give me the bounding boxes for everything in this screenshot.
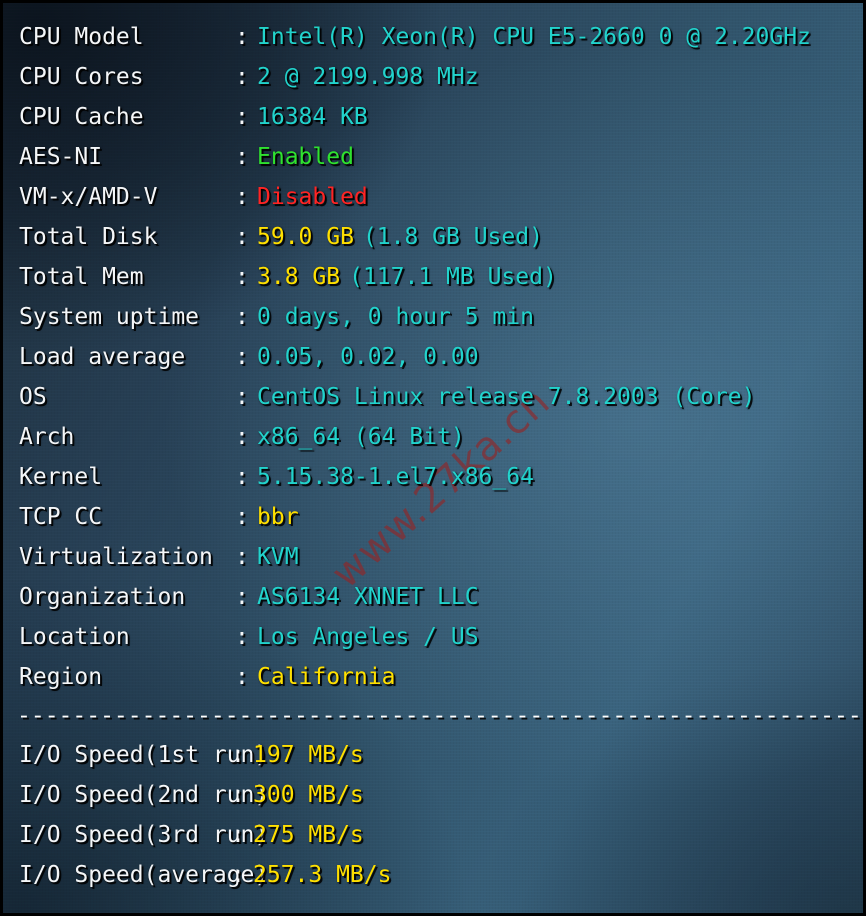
separator-colon: : (235, 64, 249, 90)
system-info-label: TCP CC (19, 504, 103, 530)
system-info-row: Total Mem:3.8 GB (117.1 MB Used) (3, 257, 863, 297)
io-speed-value: 197 MB/s (253, 742, 364, 768)
separator-colon: : (235, 504, 249, 530)
system-info-label: CPU Model (19, 24, 144, 50)
system-info-label: Kernel (19, 464, 103, 490)
system-info-label: System uptime (19, 304, 200, 330)
system-info-row: Load average:0.05, 0.02, 0.00 (3, 337, 863, 377)
separator-colon: : (231, 742, 245, 768)
system-info-row: CPU Cache:16384 KB (3, 97, 863, 137)
io-speed-value: 300 MB/s (253, 782, 364, 808)
io-speed-row: I/O Speed(average):257.3 MB/s (3, 855, 863, 895)
io-speed-row: I/O Speed(1st run):197 MB/s (3, 735, 863, 775)
system-info-label: CPU Cache (19, 104, 144, 130)
io-speed-list: I/O Speed(1st run):197 MB/s I/O Speed(2nd… (3, 735, 863, 895)
system-info-value: Los Angeles / US (257, 624, 479, 650)
io-speed-row: I/O Speed(2nd run):300 MB/s (3, 775, 863, 815)
system-info-label: Total Mem (19, 264, 144, 290)
system-info-row: Kernel:5.15.38-1.el7.x86_64 (3, 457, 863, 497)
system-info-value-detail: (117.1 MB Used) (349, 264, 557, 290)
system-info-value: CentOS Linux release 7.8.2003 (Core) (257, 384, 756, 410)
system-info-row: System uptime:0 days, 0 hour 5 min (3, 297, 863, 337)
system-info-value: Intel(R) Xeon(R) CPU E5-2660 0 @ 2.20GHz (257, 24, 811, 50)
separator-colon: : (235, 304, 249, 330)
system-info-label: Organization (19, 584, 186, 610)
separator-colon: : (235, 184, 249, 210)
system-info-value: bbr (257, 504, 299, 530)
system-info-label: Region (19, 664, 103, 690)
io-speed-label: I/O Speed(2nd run) (19, 782, 269, 808)
terminal-content: CPU Model: Intel(R) Xeon(R) CPU E5-2660 0… (3, 3, 863, 895)
section-divider: ----------------------------------------… (17, 703, 863, 729)
separator-colon: : (235, 424, 249, 450)
system-info-row: Arch: x86_64 (64 Bit) (3, 417, 863, 457)
system-info-value: 0.05, 0.02, 0.00 (257, 344, 479, 370)
system-info-value: x86_64 (64 Bit) (257, 424, 465, 450)
system-info-row: Location: Los Angeles / US (3, 617, 863, 657)
system-info-row: Total Disk:59.0 GB (1.8 GB Used) (3, 217, 863, 257)
system-info-value-detail: (1.8 GB Used) (362, 224, 543, 250)
separator-colon: : (235, 464, 249, 490)
system-info-value: 3.8 GB (257, 264, 341, 290)
io-speed-value: 275 MB/s (253, 822, 364, 848)
system-info-label: Virtualization (19, 544, 213, 570)
system-info-value: Disabled (257, 184, 368, 210)
separator-colon: : (231, 822, 245, 848)
system-info-row: TCP CC: bbr (3, 497, 863, 537)
system-info-value: 2 @ 2199.998 MHz (257, 64, 479, 90)
system-info-label: Arch (19, 424, 75, 450)
separator-colon: : (235, 144, 249, 170)
system-info-label: Load average (19, 344, 186, 370)
separator-colon: : (235, 544, 249, 570)
system-info-row: Virtualization: KVM (3, 537, 863, 577)
separator-colon: : (235, 104, 249, 130)
system-info-label: OS (19, 384, 47, 410)
separator-colon: : (235, 264, 249, 290)
separator-colon: : (231, 782, 245, 808)
system-info-value: 0 days, 0 hour 5 min (257, 304, 534, 330)
system-info-label: CPU Cores (19, 64, 144, 90)
io-speed-label: I/O Speed(average) (19, 862, 269, 888)
io-speed-label: I/O Speed(3rd run) (19, 822, 269, 848)
io-speed-value: 257.3 MB/s (253, 862, 392, 888)
separator-colon: : (235, 584, 249, 610)
system-info-row: OS: CentOS Linux release 7.8.2003 (Core) (3, 377, 863, 417)
system-info-row: CPU Model: Intel(R) Xeon(R) CPU E5-2660 0… (3, 17, 863, 57)
system-info-row: VM-x/AMD-V: Disabled (3, 177, 863, 217)
system-info-row: Region: California (3, 657, 863, 697)
separator-colon: : (235, 24, 249, 50)
io-speed-row: I/O Speed(3rd run):275 MB/s (3, 815, 863, 855)
system-info-label: AES-NI (19, 144, 103, 170)
system-info-value: 5.15.38-1.el7.x86_64 (257, 464, 534, 490)
system-info-row: AES-NI: Enabled (3, 137, 863, 177)
system-info-value: AS6134 XNNET LLC (257, 584, 479, 610)
system-info-label: VM-x/AMD-V (19, 184, 158, 210)
separator-colon: : (235, 344, 249, 370)
io-speed-label: I/O Speed(1st run) (19, 742, 269, 768)
terminal-window: www.27ka.cn CPU Model: Intel(R) Xeon(R) C… (0, 0, 866, 916)
system-info-list: CPU Model: Intel(R) Xeon(R) CPU E5-2660 0… (3, 17, 863, 697)
system-info-row: CPU Cores:2 @ 2199.998 MHz (3, 57, 863, 97)
system-info-value: California (257, 664, 396, 690)
separator-colon: : (231, 862, 245, 888)
system-info-row: Organization: AS6134 XNNET LLC (3, 577, 863, 617)
system-info-value: 16384 KB (257, 104, 368, 130)
system-info-value: 59.0 GB (257, 224, 354, 250)
separator-colon: : (235, 624, 249, 650)
system-info-value: Enabled (257, 144, 354, 170)
system-info-label: Location (19, 624, 130, 650)
separator-colon: : (235, 664, 249, 690)
separator-colon: : (235, 384, 249, 410)
system-info-label: Total Disk (19, 224, 158, 250)
separator-colon: : (235, 224, 249, 250)
system-info-value: KVM (257, 544, 299, 570)
